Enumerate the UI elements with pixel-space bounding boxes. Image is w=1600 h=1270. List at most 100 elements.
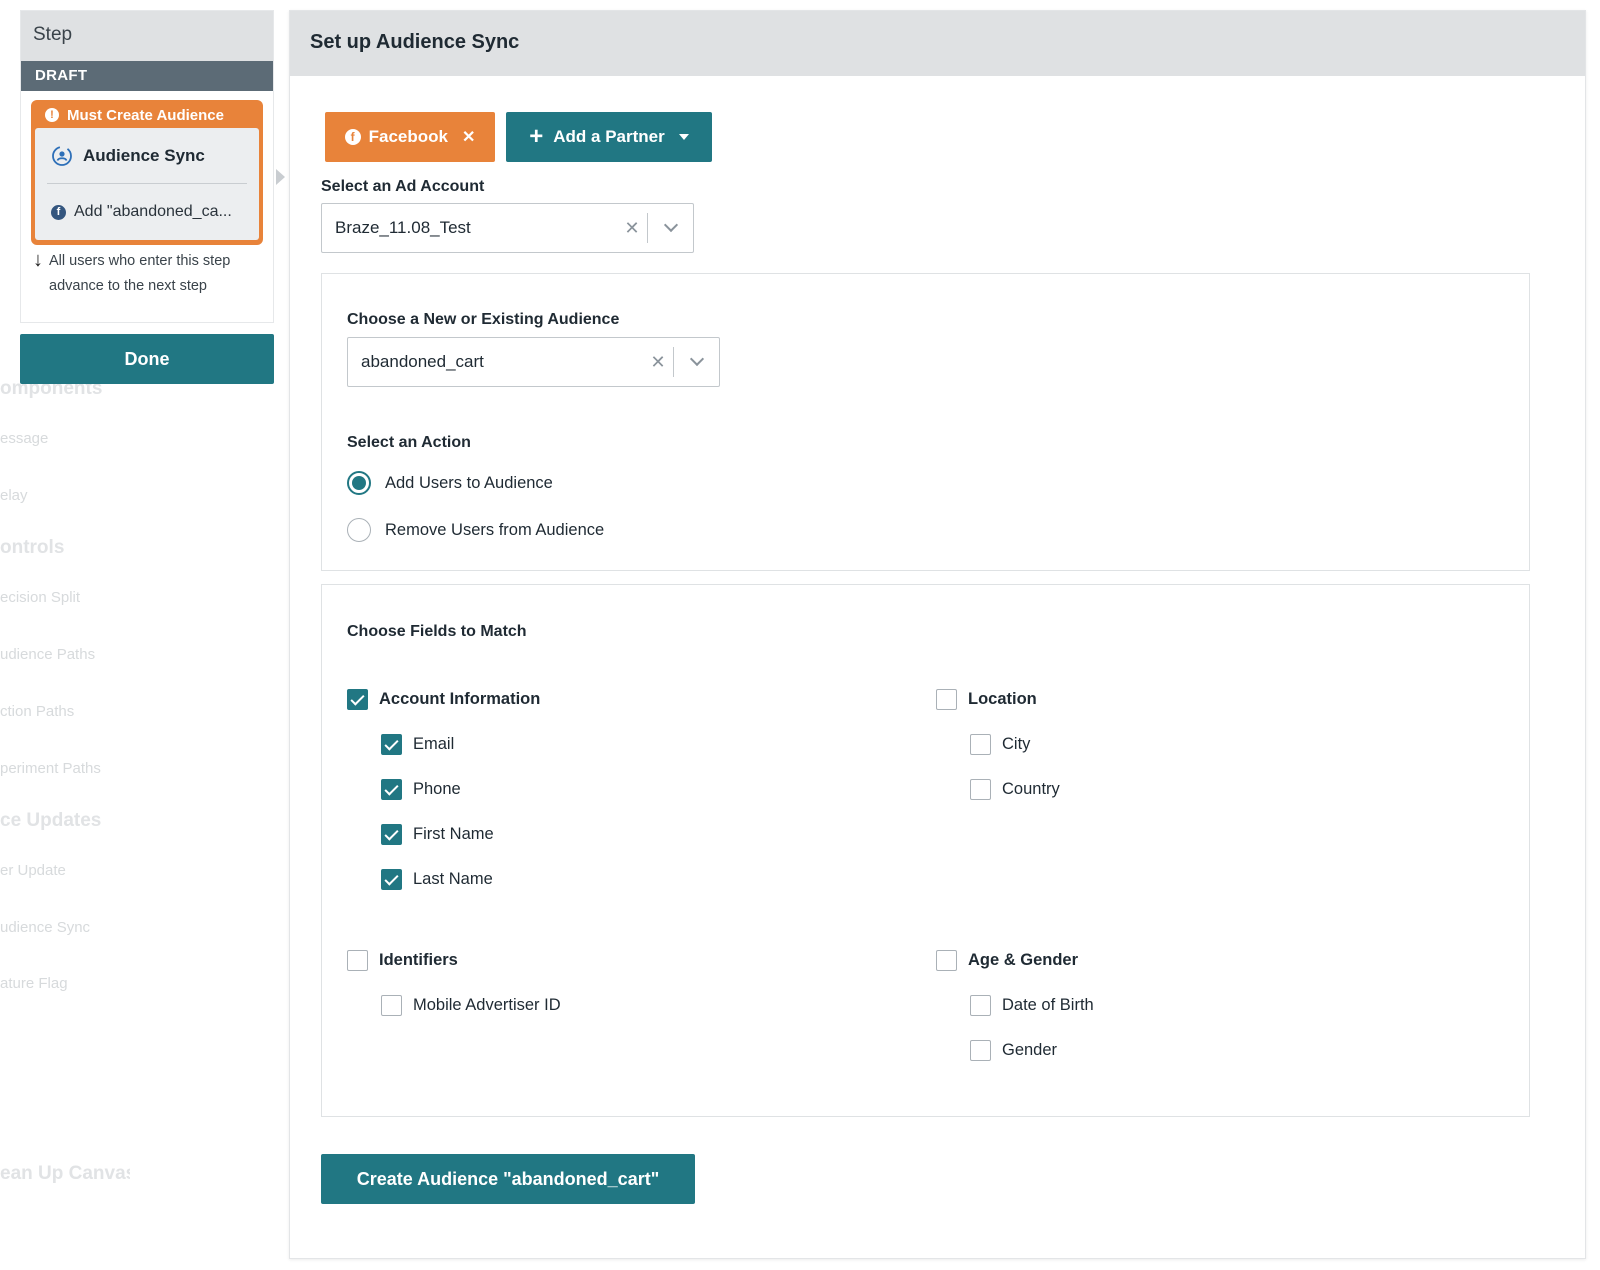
audience-sync-step-card[interactable]: ! Must Create Audience Audience Sync f A… bbox=[31, 100, 263, 245]
must-create-audience-warning: ! Must Create Audience bbox=[35, 104, 259, 126]
field-label: City bbox=[1002, 735, 1031, 753]
checkbox-unchecked[interactable] bbox=[381, 995, 402, 1016]
fields-label: Choose Fields to Match bbox=[347, 623, 527, 640]
field-label: Country bbox=[1002, 780, 1060, 798]
checkbox-unchecked[interactable] bbox=[936, 689, 957, 710]
facebook-icon: f bbox=[344, 129, 361, 145]
field-group-age-gender[interactable]: Age & Gender bbox=[936, 950, 1078, 971]
step-action-text: Add "abandoned_ca... bbox=[74, 203, 232, 220]
field-country[interactable]: Country bbox=[970, 779, 1060, 800]
page-title: Set up Audience Sync bbox=[290, 11, 1585, 76]
bg-item-audience-sync: udience Sync bbox=[0, 919, 91, 936]
radio-unselected[interactable] bbox=[347, 518, 371, 542]
action-option-label: Remove Users from Audience bbox=[385, 520, 605, 539]
checkbox-unchecked[interactable] bbox=[970, 1040, 991, 1061]
step-card-pointer bbox=[276, 169, 285, 185]
checkbox-checked[interactable] bbox=[381, 869, 402, 890]
action-label: Select an Action bbox=[347, 434, 471, 451]
plus-icon: + bbox=[529, 123, 544, 150]
audience-section: Choose a New or Existing Audience abando… bbox=[321, 273, 1530, 571]
radio-selected[interactable] bbox=[347, 471, 371, 495]
bg-item-user-update: er Update bbox=[0, 862, 66, 879]
field-group-label: Age & Gender bbox=[968, 951, 1079, 969]
step-panel-title: Step bbox=[21, 11, 273, 61]
field-label: Gender bbox=[1002, 1041, 1058, 1059]
step-name-row: Audience Sync bbox=[47, 128, 247, 184]
action-option-remove[interactable]: Remove Users from Audience bbox=[347, 518, 604, 542]
step-card-body: Audience Sync f Add "abandoned_ca... bbox=[35, 128, 259, 240]
ad-account-select[interactable]: Braze_11.08_Test ✕ bbox=[321, 203, 694, 253]
bg-item-audience-paths: udience Paths bbox=[0, 646, 96, 663]
warning-label: Must Create Audience bbox=[67, 106, 224, 124]
audience-label: Choose a New or Existing Audience bbox=[347, 311, 620, 328]
field-group-location[interactable]: Location bbox=[936, 689, 1037, 710]
action-option-label: Add Users to Audience bbox=[385, 473, 553, 492]
step-action-row: f Add "abandoned_ca... bbox=[47, 184, 247, 240]
clear-icon[interactable]: ✕ bbox=[617, 218, 647, 239]
step-note-text: All users who enter this step advance to… bbox=[49, 253, 231, 294]
step-advance-note: ↓ All users who enter this step advance … bbox=[33, 249, 267, 299]
partner-label: Facebook bbox=[368, 127, 448, 146]
exclamation-icon: ! bbox=[45, 108, 59, 122]
bg-item-decision-split: ecision Split bbox=[0, 589, 81, 606]
checkbox-checked[interactable] bbox=[381, 824, 402, 845]
field-label: Date of Birth bbox=[1002, 996, 1094, 1014]
field-label: Phone bbox=[413, 780, 461, 798]
field-label: Last Name bbox=[413, 870, 493, 888]
field-group-account[interactable]: Account Information bbox=[347, 689, 540, 710]
checkbox-checked[interactable] bbox=[381, 779, 402, 800]
checkbox-unchecked[interactable] bbox=[970, 995, 991, 1016]
step-name: Audience Sync bbox=[83, 145, 205, 165]
audience-sync-setup-panel: Set up Audience Sync f Facebook ✕ + Add … bbox=[289, 10, 1586, 1259]
create-audience-button[interactable]: Create Audience "abandoned_cart" bbox=[321, 1154, 695, 1204]
add-partner-button[interactable]: + Add a Partner bbox=[506, 112, 712, 162]
field-date-of-birth[interactable]: Date of Birth bbox=[970, 995, 1094, 1016]
field-label: Email bbox=[413, 735, 455, 753]
field-mobile-advertiser-id[interactable]: Mobile Advertiser ID bbox=[381, 995, 561, 1016]
partner-row: f Facebook ✕ + Add a Partner bbox=[325, 112, 712, 162]
checkbox-unchecked[interactable] bbox=[970, 734, 991, 755]
chevron-down-icon[interactable] bbox=[674, 351, 719, 367]
ad-account-label: Select an Ad Account bbox=[321, 178, 485, 195]
checkbox-unchecked[interactable] bbox=[970, 779, 991, 800]
field-group-label: Account Information bbox=[379, 690, 541, 708]
bg-item-clean-up-canvas: ean Up Canvas bbox=[0, 1163, 130, 1184]
field-city[interactable]: City bbox=[970, 734, 1030, 755]
bg-section-updates: ce Updates bbox=[0, 810, 102, 831]
remove-partner-icon[interactable]: ✕ bbox=[462, 127, 475, 147]
field-gender[interactable]: Gender bbox=[970, 1040, 1057, 1061]
field-phone[interactable]: Phone bbox=[381, 779, 461, 800]
bg-item-feature-flag: ature Flag bbox=[0, 975, 68, 992]
step-panel: Step DRAFT ! Must Create Audience Audien… bbox=[20, 10, 285, 323]
done-button[interactable]: Done bbox=[20, 334, 274, 384]
field-last-name[interactable]: Last Name bbox=[381, 869, 493, 890]
field-group-label: Identifiers bbox=[379, 951, 458, 969]
checkbox-checked[interactable] bbox=[347, 689, 368, 710]
audience-select[interactable]: abandoned_cart ✕ bbox=[347, 337, 720, 387]
clear-icon[interactable]: ✕ bbox=[643, 352, 673, 373]
draft-status-bar: DRAFT bbox=[21, 61, 273, 91]
checkbox-unchecked[interactable] bbox=[347, 950, 368, 971]
checkbox-unchecked[interactable] bbox=[936, 950, 957, 971]
field-first-name[interactable]: First Name bbox=[381, 824, 494, 845]
audience-value: abandoned_cart bbox=[361, 352, 484, 371]
field-group-label: Location bbox=[968, 690, 1037, 708]
bg-item-message: essage bbox=[0, 430, 49, 447]
field-label: Mobile Advertiser ID bbox=[413, 996, 561, 1014]
arrow-down-icon: ↓ bbox=[33, 249, 43, 271]
fields-section: Choose Fields to Match Account Informati… bbox=[321, 584, 1530, 1117]
audience-sync-icon bbox=[52, 145, 72, 166]
add-partner-label: Add a Partner bbox=[553, 127, 665, 146]
field-email[interactable]: Email bbox=[381, 734, 454, 755]
bg-item-experiment-paths: periment Paths bbox=[0, 760, 101, 777]
field-group-identifiers[interactable]: Identifiers bbox=[347, 950, 458, 971]
bg-item-delay: elay bbox=[0, 487, 28, 504]
bg-section-controls: ontrols bbox=[0, 537, 65, 558]
bg-item-action-paths: ction Paths bbox=[0, 703, 75, 720]
chevron-down-icon[interactable] bbox=[648, 217, 693, 233]
action-option-add[interactable]: Add Users to Audience bbox=[347, 471, 553, 495]
ad-account-value: Braze_11.08_Test bbox=[335, 218, 471, 237]
caret-down-icon bbox=[678, 134, 689, 140]
checkbox-checked[interactable] bbox=[381, 734, 402, 755]
facebook-partner-chip[interactable]: f Facebook ✕ bbox=[325, 112, 495, 162]
